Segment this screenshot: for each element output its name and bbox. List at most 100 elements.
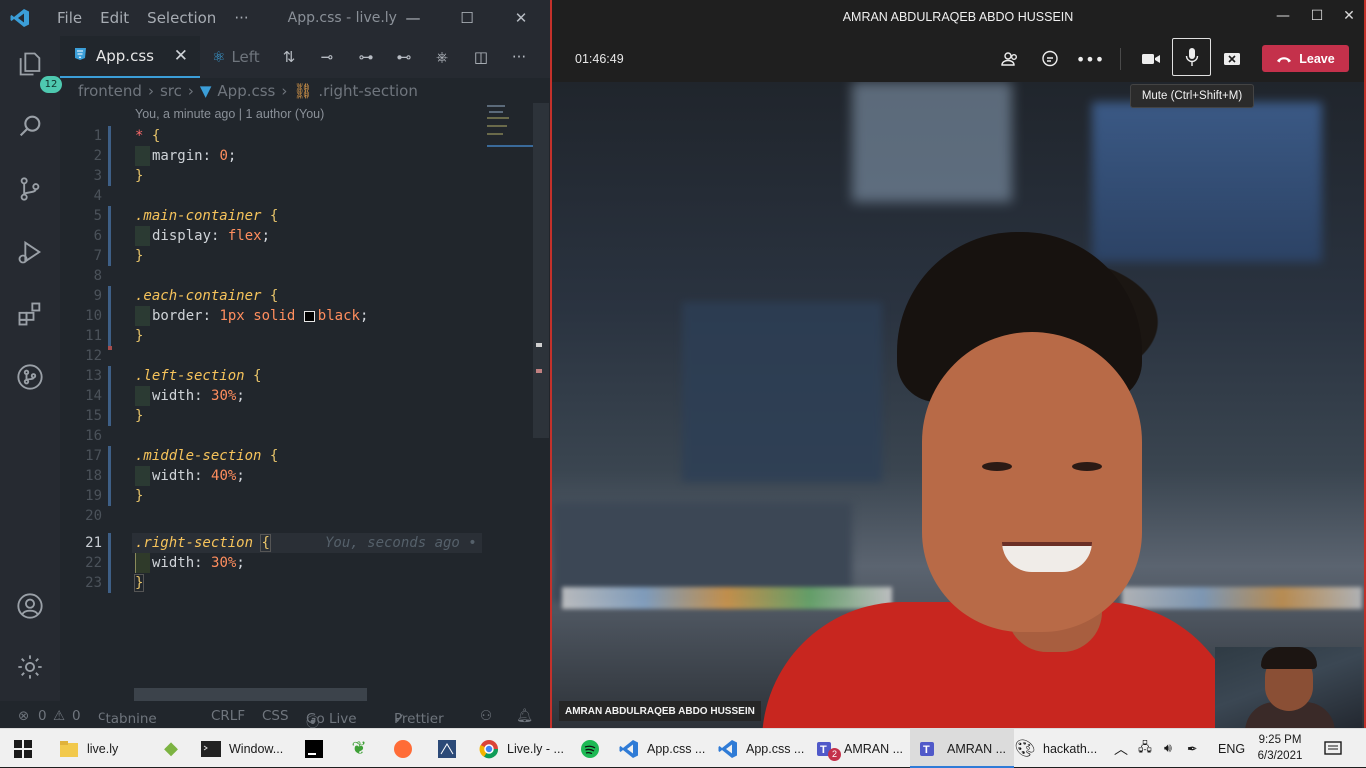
taskbar-paint[interactable]: 🎨︎ hackath... — [1014, 729, 1097, 768]
self-video-preview[interactable] — [1215, 647, 1362, 728]
code-editor[interactable]: You, a minute ago | 1 author (You) 1 2 3… — [60, 103, 535, 703]
git-gutter-added — [108, 126, 111, 146]
taskbar-vscode-2[interactable]: App.css ... — [717, 729, 804, 768]
tab-app-css[interactable]: App.css ✕ — [60, 36, 200, 78]
taskbar-terminal[interactable]: Window... — [200, 729, 283, 768]
window-title: App.css - live.ly — [287, 10, 397, 26]
css-file-icon: ▼ — [199, 82, 212, 100]
horizontal-scrollbar[interactable] — [134, 688, 367, 701]
chevron-up-icon[interactable]: ︿ — [1114, 729, 1128, 768]
line-number: 15 — [85, 408, 102, 424]
taskbar-vscode-1[interactable]: App.css ... — [618, 729, 705, 768]
line-number: 18 — [85, 468, 102, 484]
commit-icon[interactable]: ⊶ — [355, 46, 377, 68]
git-gutter-added — [108, 406, 111, 426]
notification-center-icon[interactable] — [1324, 729, 1342, 768]
teams-meeting-window: AMRAN ABDULRAQEB ABDO HUSSEIN — ☐ ✕ 01:4… — [550, 0, 1366, 728]
line-number: 21 — [85, 535, 102, 551]
start-button[interactable] — [14, 729, 32, 768]
taskbar-explorer[interactable]: live.ly — [58, 729, 118, 768]
camera-icon[interactable] — [1137, 45, 1165, 73]
maximize-button[interactable]: ☐ — [444, 0, 490, 36]
search-icon[interactable] — [14, 110, 46, 142]
taskbar-dbeaver[interactable] — [436, 729, 458, 768]
database-icon — [436, 738, 458, 760]
participants-icon[interactable] — [996, 45, 1024, 73]
eol-status[interactable]: CRLF — [211, 708, 245, 724]
tab-close-icon[interactable]: ✕ — [174, 46, 188, 66]
line-number: 12 — [85, 348, 102, 364]
taskbar-teams-2[interactable]: T AMRAN ... — [910, 729, 1015, 768]
pen-icon[interactable]: ✒ — [1187, 729, 1197, 768]
close-button[interactable]: ✕ — [1339, 8, 1359, 24]
system-clock[interactable]: 9:25 PM 6/3/2021 — [1250, 732, 1310, 764]
menu-edit[interactable]: Edit — [91, 9, 138, 27]
breadcrumb-src[interactable]: src — [160, 82, 182, 100]
taskbar-app[interactable]: ◆ — [160, 729, 182, 768]
share-screen-stop-icon[interactable] — [1218, 45, 1246, 73]
code-line: width: 30%; — [135, 386, 245, 406]
codelens-author[interactable]: You, a minute ago | 1 author (You) — [135, 107, 324, 121]
taskbar-teams-1[interactable]: T2 AMRAN ... — [815, 729, 903, 768]
menu-selection[interactable]: Selection — [138, 9, 225, 27]
taskbar-postman[interactable] — [392, 729, 414, 768]
more-actions-icon[interactable]: ··· — [508, 46, 530, 68]
settings-gear-icon[interactable] — [14, 651, 46, 683]
feedback-icon[interactable]: ⚇ — [480, 708, 492, 724]
warning-count[interactable]: 0 — [72, 708, 81, 724]
menu-more[interactable]: ··· — [225, 9, 257, 27]
git-lens-icon[interactable]: ⎈ — [431, 46, 453, 68]
vertical-scrollbar[interactable] — [533, 103, 549, 438]
explorer-icon[interactable]: 12 — [14, 48, 62, 93]
breadcrumb-frontend[interactable]: frontend — [78, 82, 142, 100]
code-line: width: 40%; — [135, 466, 245, 486]
language-status[interactable]: CSS — [262, 708, 289, 724]
git-graph-icon[interactable] — [14, 361, 46, 393]
taskbar-chrome[interactable]: Live.ly - ... — [478, 729, 564, 768]
code-line: width: 30%; — [135, 553, 245, 573]
git-gutter-added — [108, 326, 111, 346]
network-icon[interactable]: 🖧︎ — [1138, 729, 1152, 768]
commit-prev-icon[interactable]: ⊸ — [316, 46, 338, 68]
tabnine-status[interactable]: c tabnine — [98, 708, 157, 727]
chat-icon[interactable] — [1036, 45, 1064, 73]
extensions-icon[interactable] — [14, 298, 46, 330]
language-indicator[interactable]: ENG — [1218, 729, 1245, 768]
commit-next-icon[interactable]: ⊷ — [393, 46, 415, 68]
volume-icon[interactable]: 🔊︎ — [1164, 729, 1172, 768]
compare-left-button[interactable]: ⚛ Left — [212, 46, 272, 68]
run-debug-icon[interactable] — [14, 236, 46, 268]
taskbar-jetbrains[interactable] — [303, 729, 325, 768]
breadcrumb-symbol[interactable]: .right-section — [318, 82, 417, 100]
minimize-button[interactable]: — — [390, 0, 436, 36]
error-icon[interactable]: ⊗ — [18, 708, 29, 724]
color-swatch[interactable] — [303, 310, 315, 322]
git-gutter-deleted — [108, 346, 112, 350]
error-count[interactable]: 0 — [38, 708, 47, 724]
notifications-bell-icon[interactable]: 🔔︎ — [516, 708, 533, 724]
vscode-window: File Edit Selection ··· App.css - live.l… — [0, 0, 550, 728]
line-number: 6 — [93, 228, 102, 244]
account-icon[interactable] — [14, 590, 46, 622]
breadcrumb-file[interactable]: App.css — [217, 82, 275, 100]
source-control-icon[interactable] — [14, 173, 46, 205]
chevron-right-icon: › — [281, 82, 288, 100]
minimap[interactable] — [485, 103, 533, 153]
minimize-button[interactable]: — — [1273, 8, 1293, 24]
git-gutter-added — [108, 206, 111, 226]
tab-label: App.css — [96, 47, 154, 65]
split-editor-icon[interactable]: ◫ — [470, 46, 492, 68]
microphone-button[interactable] — [1172, 38, 1211, 76]
maximize-button[interactable]: ☐ — [1307, 8, 1327, 24]
more-options-icon[interactable]: ••• — [1076, 45, 1104, 73]
menu-file[interactable]: File — [48, 9, 91, 27]
call-timer: 01:46:49 — [575, 52, 624, 66]
close-button[interactable]: ✕ — [498, 0, 544, 36]
warning-icon[interactable]: ⚠ — [53, 708, 65, 724]
taskbar-spotify[interactable] — [579, 729, 601, 768]
leave-button[interactable]: Leave — [1262, 45, 1349, 72]
code-line: } — [133, 574, 145, 592]
person-face — [922, 332, 1142, 632]
taskbar-mongodb[interactable]: ❦ — [348, 729, 370, 768]
open-changes-icon[interactable]: ⇅ — [278, 46, 300, 68]
